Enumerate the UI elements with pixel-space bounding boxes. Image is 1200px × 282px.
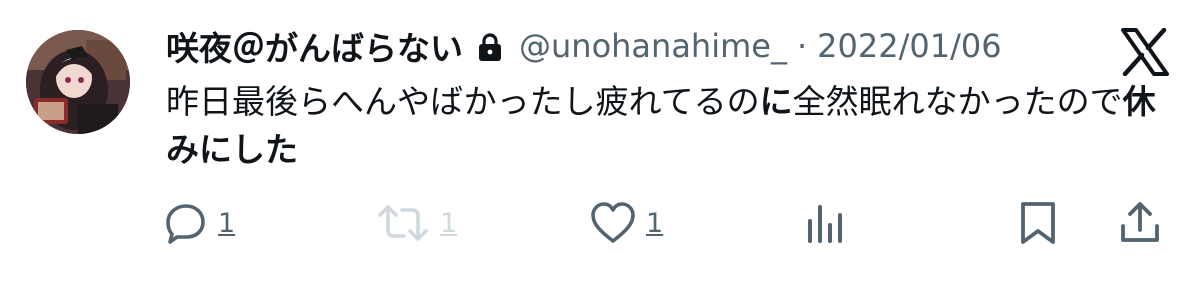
analytics-bars-icon bbox=[808, 205, 842, 243]
post-text-segment: 昨日最後らへんやばかったし疲れてるの bbox=[166, 82, 760, 121]
bookmark-icon bbox=[1021, 202, 1055, 244]
display-name[interactable]: 咲夜＠がんばらない bbox=[166, 22, 463, 70]
like-count[interactable]: 1 bbox=[646, 210, 663, 237]
repost-count: 1 bbox=[440, 207, 458, 239]
repost-icon bbox=[378, 205, 428, 241]
like-button[interactable]: 1 bbox=[590, 195, 663, 251]
reply-button[interactable]: 1 bbox=[164, 195, 235, 251]
reply-icon bbox=[166, 204, 205, 244]
avatar-image bbox=[26, 30, 130, 134]
user-handle[interactable]: @unohanahime_ bbox=[519, 27, 787, 65]
avatar[interactable] bbox=[26, 30, 130, 134]
post-date[interactable]: 2022/01/06 bbox=[817, 27, 1001, 65]
x-logo-icon[interactable] bbox=[1120, 27, 1170, 77]
post-header: 咲夜＠がんばらない @unohanahime_ · 2022/01/06 bbox=[166, 24, 1002, 68]
heart-icon bbox=[591, 202, 635, 243]
lock-icon bbox=[477, 31, 503, 61]
share-button[interactable] bbox=[1118, 195, 1162, 251]
bookmark-button[interactable] bbox=[1018, 195, 1058, 251]
separator-dot: · bbox=[796, 27, 808, 65]
share-icon bbox=[1121, 202, 1159, 242]
tweet-card: 咲夜＠がんばらない @unohanahime_ · 2022/01/06 昨日最… bbox=[0, 0, 1200, 282]
post-text-bold-segment: に bbox=[759, 82, 793, 121]
post-text: 昨日最後らへんやばかったし疲れてるのに全然眠れなかったので休みにした bbox=[166, 78, 1156, 174]
repost-button: 1 bbox=[376, 195, 457, 251]
post-text-segment: 全然眠れなかったので bbox=[792, 82, 1123, 121]
action-bar: 1 1 1 bbox=[0, 195, 1200, 251]
reply-count[interactable]: 1 bbox=[218, 210, 235, 237]
views-button[interactable] bbox=[804, 195, 848, 251]
